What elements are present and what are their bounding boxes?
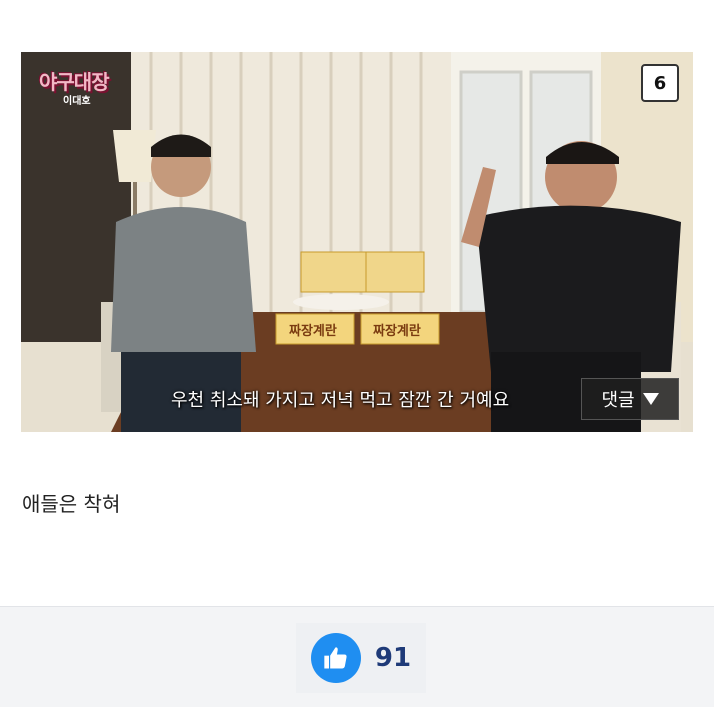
comments-button[interactable]: 댓글 (581, 378, 679, 420)
svg-text:짜장계란: 짜장계란 (373, 323, 421, 339)
like-button[interactable] (310, 633, 361, 683)
video-subtitle: 우천 취소돼 가지고 저녁 먹고 잠깐 간 거예요 (171, 390, 510, 411)
like-area: 91 (296, 623, 426, 693)
svg-text:짜장계란: 짜장계란 (289, 323, 337, 339)
comments-button-label: 댓글 (601, 390, 635, 411)
post-body: 짜장계란 짜장계란 야구대장 이대호 6 우천 취소돼 가지고 저녁 먹고 잠깐… (0, 0, 714, 606)
like-count: 91 (374, 643, 412, 673)
video-frame-image: 짜장계란 짜장계란 (21, 52, 693, 432)
reaction-bar: 91 (0, 606, 714, 707)
video-player[interactable]: 짜장계란 짜장계란 야구대장 이대호 6 우천 취소돼 가지고 저녁 먹고 잠깐… (21, 52, 693, 432)
post-text: 애들은 착혀 (22, 492, 121, 516)
page-badge: 6 (641, 64, 679, 102)
channel-subtitle: 이대호 (63, 96, 91, 107)
caret-down-icon (642, 393, 659, 405)
channel-logo: 야구대장 (39, 70, 110, 94)
thumbs-up-icon (324, 647, 347, 669)
